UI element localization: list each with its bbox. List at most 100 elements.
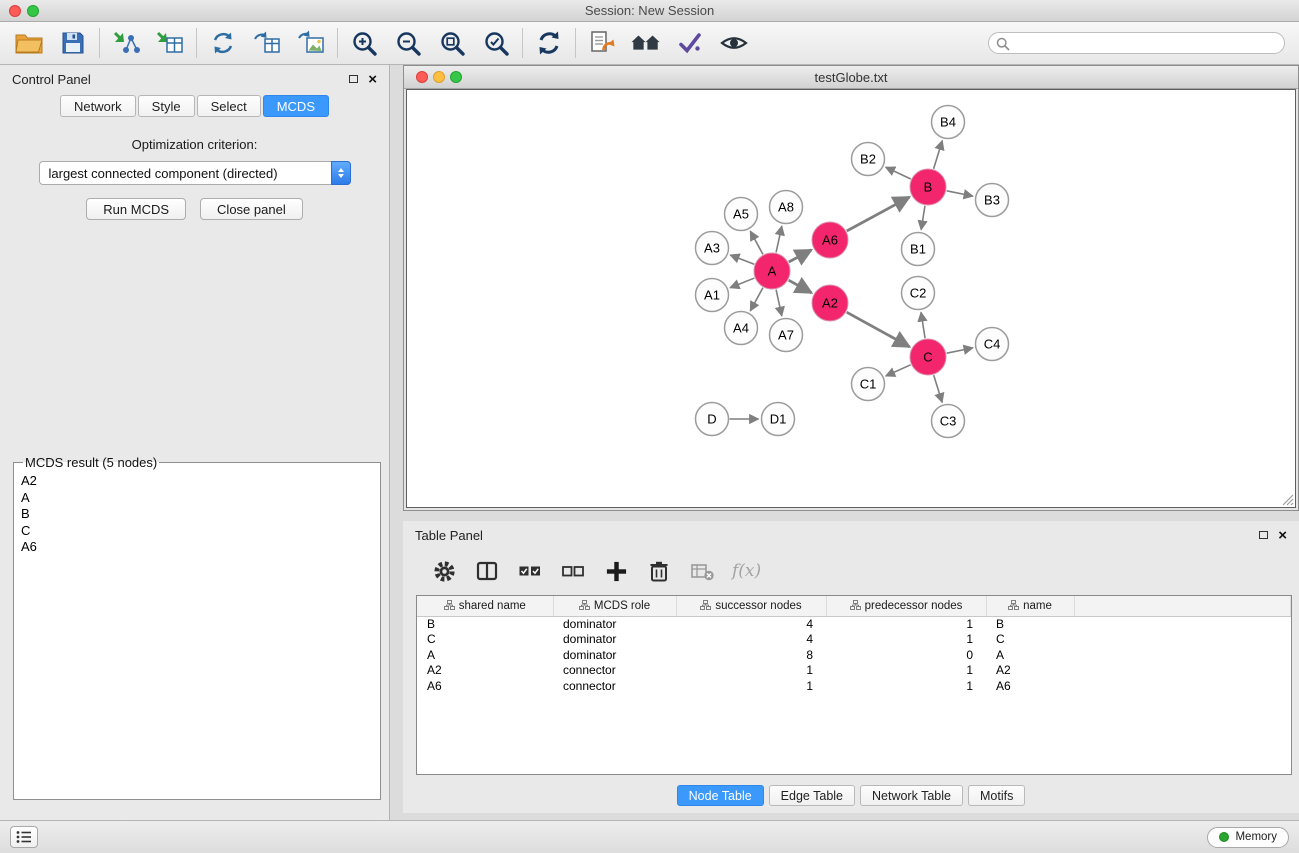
- graph-node-label: C2: [910, 286, 927, 301]
- tab-network[interactable]: Network: [60, 95, 136, 117]
- graph-edge-A-A1[interactable]: [730, 278, 754, 288]
- graph-edge-A-A3[interactable]: [730, 255, 754, 264]
- graph-edge-A-A2[interactable]: [789, 280, 812, 293]
- column-tree-icon: [700, 600, 711, 610]
- graph-edge-C-C2[interactable]: [921, 312, 925, 338]
- table-cell-filler: [1074, 663, 1291, 679]
- deselect-all-rows-icon[interactable]: [560, 558, 586, 584]
- tab-mcds[interactable]: MCDS: [263, 95, 329, 117]
- table-settings-gear-icon[interactable]: [431, 558, 457, 584]
- import-network-from-file-icon[interactable]: [111, 28, 141, 58]
- titlebar: Session: New Session: [0, 0, 1299, 22]
- graph-edge-A6-B[interactable]: [847, 197, 910, 231]
- optimization-criterion-select[interactable]: largest connected component (directed): [39, 161, 351, 185]
- tab-edge-table[interactable]: Edge Table: [769, 785, 855, 806]
- close-table-panel-icon[interactable]: ×: [1278, 528, 1287, 543]
- function-builder-icon[interactable]: f(x): [732, 561, 761, 581]
- column-header-name[interactable]: name: [986, 596, 1074, 616]
- graph-node-label: C1: [860, 377, 877, 392]
- tab-motifs[interactable]: Motifs: [968, 785, 1025, 806]
- network-zoom-button[interactable]: [450, 71, 462, 83]
- table-row[interactable]: A2connector11A2: [417, 663, 1291, 679]
- run-mcds-button[interactable]: Run MCDS: [86, 198, 186, 220]
- graph-edge-C-C1[interactable]: [886, 365, 911, 376]
- graph-edge-B-B1[interactable]: [921, 206, 925, 230]
- column-tree-icon: [1008, 600, 1019, 610]
- table-cell: 1: [826, 632, 986, 648]
- zoom-in-icon[interactable]: [349, 28, 379, 58]
- graph-edge-A-A7[interactable]: [776, 290, 782, 316]
- graph-node-label: A6: [822, 233, 838, 248]
- table-cell: 4: [676, 632, 826, 648]
- close-panel-button[interactable]: Close panel: [200, 198, 303, 220]
- tab-node-table[interactable]: Node Table: [677, 785, 764, 806]
- create-column-icon[interactable]: [603, 558, 629, 584]
- table-cell: C: [986, 632, 1074, 648]
- delete-table-icon[interactable]: [689, 558, 715, 584]
- float-table-panel-icon[interactable]: [1259, 531, 1268, 539]
- zoom-window-button[interactable]: [27, 5, 39, 17]
- graph-edge-B-B3[interactable]: [947, 191, 973, 196]
- table-cell: A2: [986, 663, 1074, 679]
- graph-edge-A2-C[interactable]: [847, 312, 910, 347]
- graph-edge-A-A4[interactable]: [750, 288, 763, 311]
- zoom-out-icon[interactable]: [393, 28, 423, 58]
- table-row[interactable]: Bdominator41B: [417, 616, 1291, 632]
- network-close-button[interactable]: [416, 71, 428, 83]
- close-panel-icon[interactable]: ×: [368, 72, 377, 87]
- refresh-network-icon[interactable]: [534, 28, 564, 58]
- tab-select[interactable]: Select: [197, 95, 261, 117]
- show-columns-icon[interactable]: [474, 558, 500, 584]
- tab-style[interactable]: Style: [138, 95, 195, 117]
- search-input[interactable]: [988, 32, 1285, 54]
- zoom-selected-icon[interactable]: [481, 28, 511, 58]
- column-header-MCDS-role[interactable]: MCDS role: [553, 596, 676, 616]
- show-hide-icon[interactable]: [719, 28, 749, 58]
- export-image-icon[interactable]: [296, 28, 326, 58]
- graph-edge-B-B4[interactable]: [934, 141, 943, 169]
- mcds-result-item: A6: [21, 539, 373, 556]
- graph-edge-B-B2[interactable]: [886, 167, 911, 179]
- table-row[interactable]: Adominator80A: [417, 647, 1291, 663]
- resize-grip-icon[interactable]: [1281, 493, 1294, 506]
- table-cell: 1: [826, 616, 986, 632]
- new-table-from-network-icon[interactable]: [252, 28, 282, 58]
- import-table-from-file-icon[interactable]: [155, 28, 185, 58]
- new-network-icon[interactable]: [208, 28, 238, 58]
- column-header-shared-name[interactable]: shared name: [417, 596, 553, 616]
- table-cell: A: [986, 647, 1074, 663]
- manual-layout-icon[interactable]: [587, 28, 617, 58]
- network-canvas[interactable]: B4B2BB3A5A8A6B1A3AC2A1A2A4A7C4CC1C3DD1: [406, 89, 1296, 508]
- close-window-button[interactable]: [9, 5, 21, 17]
- table-cell: 1: [826, 678, 986, 694]
- graph-node-label: A2: [822, 296, 838, 311]
- home-icon[interactable]: [631, 28, 661, 58]
- memory-button[interactable]: Memory: [1207, 827, 1289, 848]
- column-header-successor-nodes[interactable]: successor nodes: [676, 596, 826, 616]
- table-panel: Table Panel ×: [403, 521, 1299, 813]
- table-row[interactable]: A6connector11A6: [417, 678, 1291, 694]
- graph-edge-C-C3[interactable]: [934, 375, 943, 402]
- graph-edge-A-A5[interactable]: [750, 231, 763, 254]
- select-all-rows-icon[interactable]: [517, 558, 543, 584]
- network-minimize-button[interactable]: [433, 71, 445, 83]
- delete-column-icon[interactable]: [646, 558, 672, 584]
- graph-edge-C-C4[interactable]: [947, 348, 973, 353]
- table-row[interactable]: Cdominator41C: [417, 632, 1291, 648]
- node-table: shared nameMCDS rolesuccessor nodesprede…: [417, 596, 1291, 694]
- table-tabs: Node Table Edge Table Network Table Moti…: [403, 785, 1299, 806]
- apply-style-icon[interactable]: [675, 28, 705, 58]
- graph-node-label: A: [768, 264, 777, 279]
- memory-button-label: Memory: [1235, 831, 1277, 843]
- graph-node-label: C: [923, 350, 932, 365]
- zoom-fit-icon[interactable]: [437, 28, 467, 58]
- show-panels-button[interactable]: [10, 826, 38, 848]
- tab-network-table[interactable]: Network Table: [860, 785, 963, 806]
- save-session-icon[interactable]: [58, 28, 88, 58]
- column-header-predecessor-nodes[interactable]: predecessor nodes: [826, 596, 986, 616]
- graph-edge-A-A8[interactable]: [776, 226, 782, 252]
- table-cell: 8: [676, 647, 826, 663]
- graph-edge-A-A6[interactable]: [789, 250, 812, 262]
- open-session-icon[interactable]: [14, 28, 44, 58]
- float-panel-icon[interactable]: [349, 75, 358, 83]
